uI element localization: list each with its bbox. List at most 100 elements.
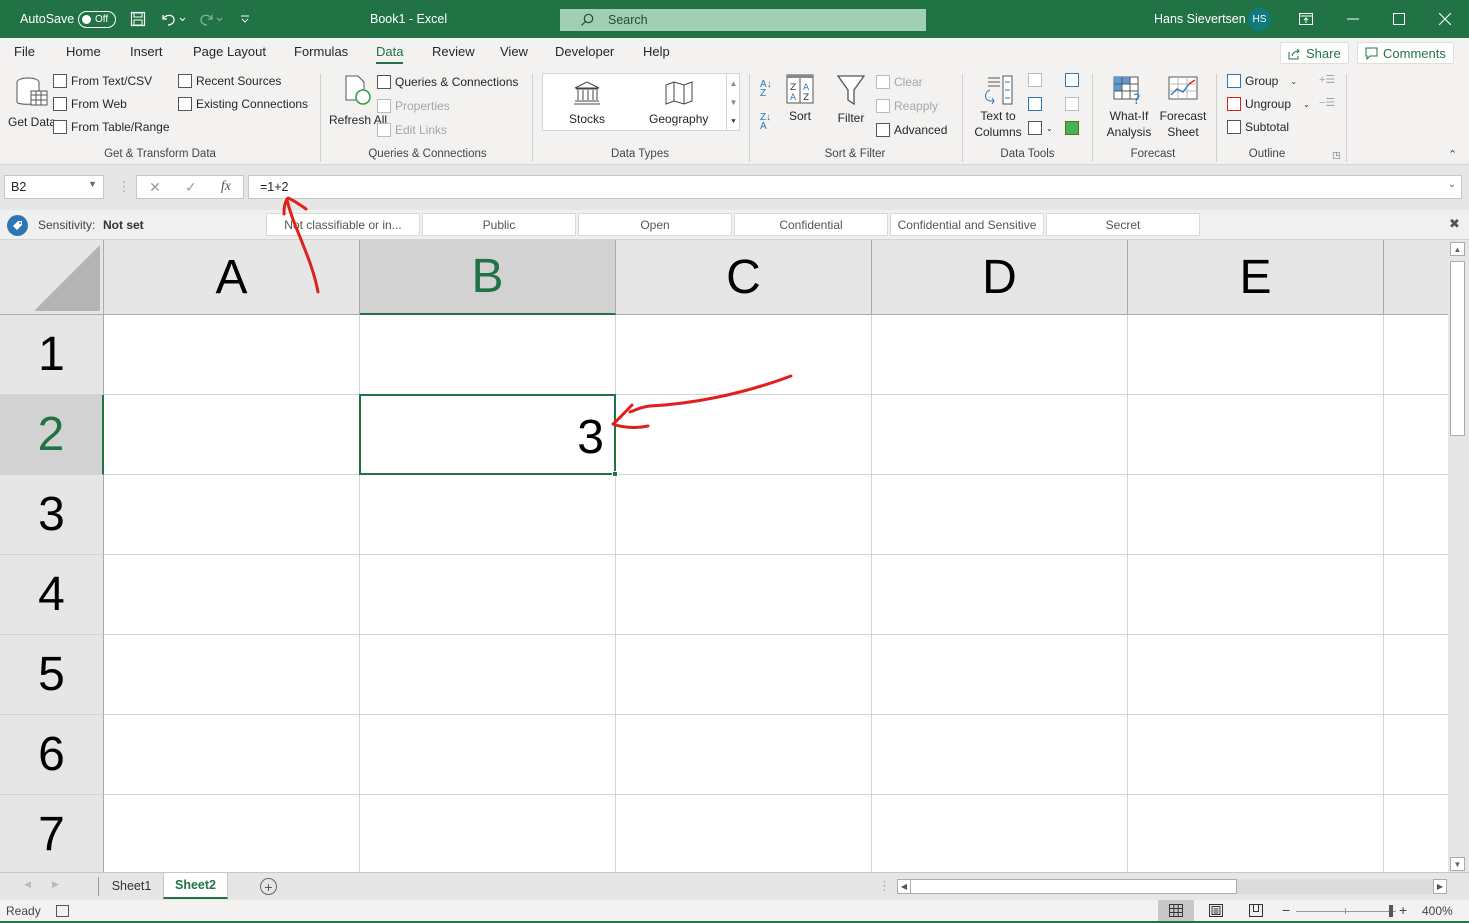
zoom-slider-track[interactable] (1296, 911, 1396, 912)
cell-b1[interactable] (360, 315, 616, 395)
what-if-analysis-button[interactable]: ? What-If Analysis (1100, 76, 1158, 140)
tab-review[interactable]: Review (432, 44, 475, 59)
edit-links-button[interactable]: Edit Links (377, 123, 447, 137)
sensitivity-option-public[interactable]: Public (422, 213, 576, 236)
comments-button[interactable]: Comments (1357, 42, 1454, 64)
cell-c2[interactable] (616, 395, 872, 475)
tab-formulas[interactable]: Formulas (294, 44, 348, 59)
scroll-left-icon[interactable]: ◀ (897, 879, 911, 894)
sort-a-to-z-button[interactable]: A↓ Z (760, 80, 772, 99)
existing-connections-button[interactable]: Existing Connections (178, 97, 308, 111)
page-layout-view-button[interactable] (1198, 900, 1234, 921)
vertical-scrollbar[interactable]: ▲ ▼ (1448, 240, 1469, 872)
next-sheet-icon[interactable]: ▶ (52, 879, 59, 890)
data-validation-button[interactable]: ⌄ (1028, 121, 1053, 135)
customize-qat-icon[interactable] (240, 0, 250, 38)
cell-e6[interactable] (1128, 715, 1384, 795)
scroll-right-icon[interactable]: ▶ (1433, 879, 1447, 894)
manage-data-model-button[interactable] (1065, 121, 1079, 135)
subtotal-button[interactable]: Subtotal (1227, 120, 1289, 134)
cell-c6[interactable] (616, 715, 872, 795)
hide-detail-button[interactable]: −☰ (1319, 96, 1335, 109)
page-break-view-button[interactable] (1238, 900, 1274, 921)
from-web-button[interactable]: From Web (53, 97, 127, 111)
cell-partial[interactable] (1384, 475, 1448, 555)
select-all-button[interactable] (0, 240, 104, 315)
advanced-filter-button[interactable]: Advanced (876, 123, 947, 137)
remove-duplicates-button[interactable] (1028, 97, 1042, 111)
sort-button[interactable]: ZAAZ Sort (786, 74, 814, 124)
cell-d1[interactable] (872, 315, 1128, 395)
cell-d2[interactable] (872, 395, 1128, 475)
zoom-in-icon[interactable]: + (1399, 902, 1407, 918)
horizontal-scrollbar[interactable]: ◀ ▶ (897, 879, 1447, 894)
name-box[interactable]: B2 ▼ (4, 175, 104, 199)
minimize-icon[interactable] (1330, 0, 1376, 38)
sensitivity-option-not-classifiable[interactable]: Not classifiable or in... (266, 213, 420, 236)
tab-split-handle[interactable]: ⋮ (878, 878, 891, 894)
row-header-1[interactable]: 1 (0, 315, 104, 395)
ribbon-display-icon[interactable] (1283, 0, 1329, 38)
sheet-tab-sheet1[interactable]: Sheet1 (100, 873, 163, 899)
horizontal-scroll-thumb[interactable] (910, 879, 1237, 894)
fill-handle[interactable] (612, 471, 618, 477)
avatar[interactable]: HS (1248, 8, 1271, 31)
row-header-2[interactable]: 2 (0, 395, 104, 475)
cell-b7[interactable] (360, 795, 616, 872)
sensitivity-option-open[interactable]: Open (578, 213, 732, 236)
cell-a4[interactable] (104, 555, 360, 635)
properties-button[interactable]: Properties (377, 99, 450, 113)
sheet-tab-sheet2[interactable]: Sheet2 (163, 873, 228, 899)
redo-icon[interactable] (198, 0, 224, 38)
flash-fill-button[interactable] (1028, 73, 1042, 87)
insert-function-icon[interactable]: fx (221, 179, 231, 195)
cell-b3[interactable] (360, 475, 616, 555)
cell-c5[interactable] (616, 635, 872, 715)
cell-e3[interactable] (1128, 475, 1384, 555)
forecast-sheet-button[interactable]: Forecast Sheet (1158, 76, 1208, 140)
share-button[interactable]: Share (1280, 42, 1349, 64)
cell-a5[interactable] (104, 635, 360, 715)
tab-home[interactable]: Home (66, 44, 101, 59)
autosave-toggle[interactable]: Off (78, 0, 116, 38)
geography-button[interactable]: Geography (649, 80, 708, 126)
zoom-out-icon[interactable]: − (1282, 902, 1290, 918)
relationships-button[interactable] (1065, 97, 1079, 111)
cell-a2[interactable] (104, 395, 360, 475)
cell-a7[interactable] (104, 795, 360, 872)
cell-c4[interactable] (616, 555, 872, 635)
column-header-e[interactable]: E (1128, 240, 1384, 315)
zoom-level[interactable]: 400% (1422, 904, 1453, 918)
text-to-columns-button[interactable]: Text to Columns (972, 74, 1024, 140)
cell-b5[interactable] (360, 635, 616, 715)
undo-icon[interactable] (160, 0, 186, 38)
cell-d7[interactable] (872, 795, 1128, 872)
column-header-c[interactable]: C (616, 240, 872, 315)
cell-e4[interactable] (1128, 555, 1384, 635)
gallery-down-icon[interactable]: ▼ (726, 93, 740, 112)
cell-partial[interactable] (1384, 555, 1448, 635)
row-header-7[interactable]: 7 (0, 795, 104, 872)
column-header-partial[interactable] (1384, 240, 1448, 315)
scroll-down-icon[interactable]: ▼ (1450, 857, 1465, 871)
queries-connections-button[interactable]: Queries & Connections (377, 75, 518, 89)
cell-e2[interactable] (1128, 395, 1384, 475)
get-data-button[interactable]: Get Data (8, 76, 56, 130)
prev-sheet-icon[interactable]: ◀ (24, 879, 31, 890)
row-header-6[interactable]: 6 (0, 715, 104, 795)
collapse-ribbon-icon[interactable]: ⌃ (1448, 148, 1457, 161)
sort-z-to-a-button[interactable]: Z↓ A (760, 113, 771, 132)
column-header-d[interactable]: D (872, 240, 1128, 315)
cell-b4[interactable] (360, 555, 616, 635)
add-sheet-icon[interactable]: + (260, 878, 277, 895)
search-box[interactable]: Search (560, 9, 926, 31)
name-box-dropdown-icon[interactable]: ▼ (88, 179, 97, 189)
cell-partial[interactable] (1384, 315, 1448, 395)
cell-c3[interactable] (616, 475, 872, 555)
scroll-up-icon[interactable]: ▲ (1450, 242, 1465, 256)
cell-d5[interactable] (872, 635, 1128, 715)
tab-insert[interactable]: Insert (130, 44, 163, 59)
cell-e5[interactable] (1128, 635, 1384, 715)
cell-c7[interactable] (616, 795, 872, 872)
tab-developer[interactable]: Developer (555, 44, 614, 59)
